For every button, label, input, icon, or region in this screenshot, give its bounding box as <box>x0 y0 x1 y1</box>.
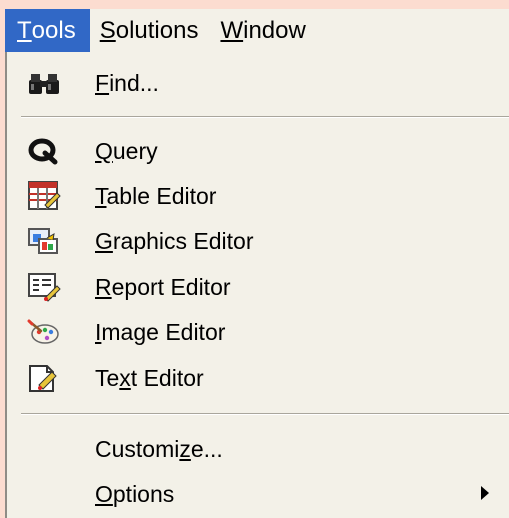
menu-item-options[interactable]: Options <box>7 473 507 515</box>
separator <box>21 413 509 415</box>
menu-window-mnemonic: W <box>220 16 244 44</box>
report-editor-mnemonic: R <box>95 273 112 300</box>
menu-item-graphics-editor-label: Graphics Editor <box>95 228 254 255</box>
menu-item-customize-label: Customize... <box>95 436 223 463</box>
text-editor-pre: Te <box>95 364 120 391</box>
customize-mnemonic: z <box>179 435 191 462</box>
find-post: ind... <box>109 69 159 96</box>
text-editor-icon <box>29 365 57 392</box>
submenu-arrow-icon <box>481 486 489 500</box>
binoculars-icon <box>29 74 59 94</box>
text-editor-post: t Editor <box>130 364 204 391</box>
menu-solutions[interactable]: Solutions <box>90 9 211 52</box>
menu-tools-label: ools <box>31 16 76 44</box>
separator <box>21 116 509 118</box>
menu-window-label: indow <box>243 16 306 44</box>
menu-item-graphics-editor[interactable]: Graphics Editor <box>7 220 507 262</box>
options-mnemonic: O <box>95 480 113 507</box>
graphics-editor-post: raphics Editor <box>112 227 254 254</box>
menu-item-image-editor[interactable]: Image Editor <box>7 311 507 353</box>
graphics-editor-icon <box>28 228 58 254</box>
tools-dropdown-menu: Find... Query Table Editor Graphics Edit… <box>5 52 509 518</box>
customize-post: e... <box>190 435 223 462</box>
query-icon <box>28 138 58 165</box>
text-editor-mnemonic: x <box>119 364 131 391</box>
menu-item-query[interactable]: Query <box>7 130 507 172</box>
menu-tools[interactable]: Tools <box>5 9 90 52</box>
graphics-editor-mnemonic: G <box>95 227 113 254</box>
menu-item-query-label: Query <box>95 138 158 165</box>
menu-item-report-editor-label: Report Editor <box>95 274 231 301</box>
menu-item-report-editor[interactable]: Report Editor <box>7 266 507 308</box>
options-post: ptions <box>112 480 175 507</box>
report-editor-icon <box>28 273 61 302</box>
menu-item-text-editor-label: Text Editor <box>95 365 204 392</box>
menu-item-table-editor[interactable]: Table Editor <box>7 175 507 217</box>
find-mnemonic: F <box>95 69 110 96</box>
menu-item-image-editor-label: Image Editor <box>95 319 225 346</box>
menu-tools-mnemonic: T <box>17 16 32 44</box>
menu-item-customize[interactable]: Customize... <box>7 428 507 470</box>
menu-solutions-label: olutions <box>115 16 199 44</box>
query-mnemonic: Q <box>95 137 113 164</box>
query-post: uery <box>112 137 158 164</box>
table-editor-post: able Editor <box>106 182 217 209</box>
menu-item-find-label: Find... <box>95 70 159 97</box>
menu-item-find[interactable]: Find... <box>7 62 507 104</box>
menu-item-table-editor-label: Table Editor <box>95 183 216 210</box>
image-editor-icon <box>27 319 59 344</box>
table-editor-icon <box>28 181 61 210</box>
menu-bar: Tools Solutions Window <box>5 9 509 52</box>
image-editor-post: mage Editor <box>101 318 226 345</box>
report-editor-post: eport Editor <box>111 273 231 300</box>
customize-pre: Customi <box>95 435 180 462</box>
menu-window[interactable]: Window <box>210 9 317 52</box>
table-editor-mnemonic: T <box>95 182 107 209</box>
menu-item-options-label: Options <box>95 481 174 508</box>
menu-item-text-editor[interactable]: Text Editor <box>7 357 507 399</box>
menu-solutions-mnemonic: S <box>99 16 116 44</box>
